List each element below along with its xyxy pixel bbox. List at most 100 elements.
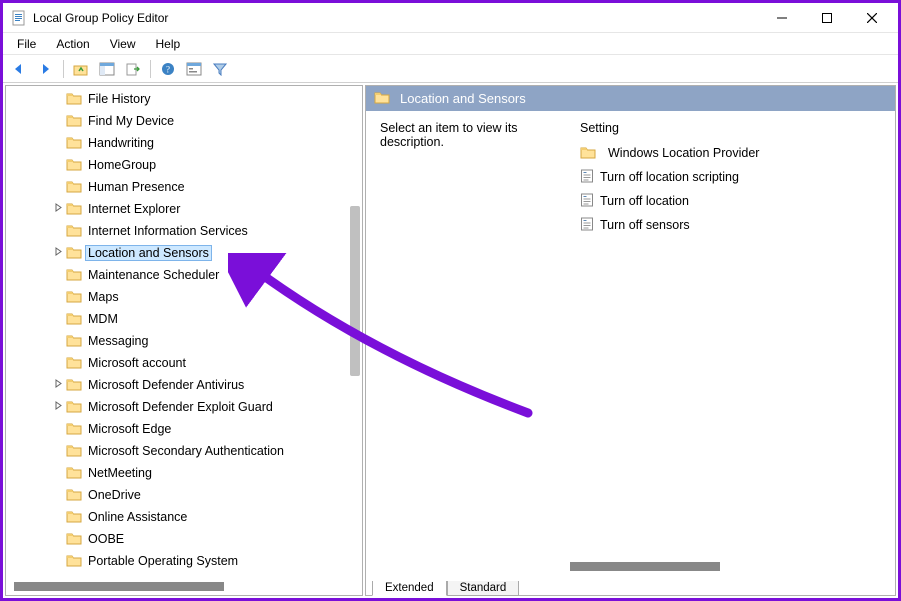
tree-item-label: Microsoft Defender Exploit Guard: [88, 400, 273, 414]
folder-icon: [66, 421, 88, 438]
setting-item[interactable]: Turn off sensors: [580, 213, 881, 237]
tree-item-label: MDM: [88, 312, 118, 326]
tree-item[interactable]: OneDrive: [6, 484, 362, 506]
tree-item[interactable]: Maps: [6, 286, 362, 308]
tree-item[interactable]: Maintenance Scheduler: [6, 264, 362, 286]
svg-text:?: ?: [166, 64, 170, 74]
tree-item-label: File History: [88, 92, 151, 106]
menubar: File Action View Help: [3, 33, 898, 55]
folder-icon: [66, 135, 88, 152]
maximize-button[interactable]: [804, 4, 849, 32]
app-window: Local Group Policy Editor File Action Vi…: [0, 0, 901, 601]
policy-tree: File History Find My Device Handwriting Hom…: [6, 86, 362, 574]
tab-standard[interactable]: Standard: [447, 581, 520, 596]
expand-chevron-icon[interactable]: [51, 401, 65, 413]
tree-item[interactable]: Location and Sensors: [6, 242, 362, 264]
window-controls: [759, 4, 894, 32]
folder-icon: [66, 465, 88, 482]
toolbar-separator: [150, 60, 151, 78]
tree-item[interactable]: Microsoft account: [6, 352, 362, 374]
tree-item[interactable]: Microsoft Edge: [6, 418, 362, 440]
tree-item[interactable]: Microsoft Defender Antivirus: [6, 374, 362, 396]
expand-chevron-icon[interactable]: [51, 203, 65, 215]
tree-item[interactable]: Portable Operating System: [6, 550, 362, 572]
tree-item-label: NetMeeting: [88, 466, 152, 480]
setting-item[interactable]: Windows Location Provider: [580, 141, 881, 165]
tree-item-label: Human Presence: [88, 180, 185, 194]
tree-item[interactable]: OOBE: [6, 528, 362, 550]
folder-icon: [66, 157, 88, 174]
tree-item[interactable]: Internet Explorer: [6, 198, 362, 220]
tree-item[interactable]: HomeGroup: [6, 154, 362, 176]
policy-icon: [580, 193, 594, 210]
menu-action[interactable]: Action: [46, 35, 99, 53]
tree-item[interactable]: Internet Information Services: [6, 220, 362, 242]
tree-item-label: Find My Device: [88, 114, 174, 128]
help-icon[interactable]: ?: [157, 58, 179, 80]
tree-item-label: Microsoft account: [88, 356, 186, 370]
tree-item[interactable]: Find My Device: [6, 110, 362, 132]
back-arrow-icon[interactable]: [9, 58, 31, 80]
tree-item[interactable]: MDM: [6, 308, 362, 330]
close-button[interactable]: [849, 4, 894, 32]
horizontal-scrollbar-tree[interactable]: [10, 580, 358, 593]
folder-icon: [66, 289, 88, 306]
folder-icon: [66, 355, 88, 372]
details-header: Location and Sensors: [366, 86, 895, 111]
scrollbar-thumb[interactable]: [570, 562, 720, 571]
tree-scroll[interactable]: File History Find My Device Handwriting Hom…: [6, 86, 362, 578]
menu-file[interactable]: File: [7, 35, 46, 53]
tree-item-label: OneDrive: [88, 488, 141, 502]
folder-icon: [374, 90, 390, 107]
tree-item[interactable]: Online Assistance: [6, 506, 362, 528]
tree-item[interactable]: File History: [6, 88, 362, 110]
tree-item-label: Microsoft Defender Antivirus: [88, 378, 244, 392]
column-header-setting[interactable]: Setting: [580, 121, 881, 135]
tree-item[interactable]: Handwriting: [6, 132, 362, 154]
folder-icon: [66, 113, 88, 130]
export-list-icon[interactable]: [122, 58, 144, 80]
horizontal-scrollbar-details[interactable]: [566, 560, 891, 573]
up-folder-icon[interactable]: [70, 58, 92, 80]
setting-item[interactable]: Turn off location scripting: [580, 165, 881, 189]
tree-item-label: HomeGroup: [88, 158, 156, 172]
setting-label: Turn off sensors: [600, 218, 690, 232]
setting-label: Turn off location scripting: [600, 170, 739, 184]
policy-icon: [580, 169, 594, 186]
show-hide-tree-icon[interactable]: [96, 58, 118, 80]
tree-item-label: Online Assistance: [88, 510, 187, 524]
expand-chevron-icon[interactable]: [51, 379, 65, 391]
titlebar: Local Group Policy Editor: [3, 3, 898, 33]
filter-icon[interactable]: [209, 58, 231, 80]
menu-help[interactable]: Help: [146, 35, 191, 53]
folder-icon: [66, 311, 88, 328]
menu-view[interactable]: View: [100, 35, 146, 53]
policy-icon: [580, 217, 594, 234]
description-prompt: Select an item to view its description.: [380, 121, 518, 149]
expand-chevron-icon[interactable]: [51, 247, 65, 259]
tree-item-label: Internet Information Services: [88, 224, 248, 238]
description-panel: Select an item to view its description.: [380, 121, 580, 550]
tree-item[interactable]: Messaging: [6, 330, 362, 352]
folder-icon: [66, 399, 88, 416]
properties-icon[interactable]: [183, 58, 205, 80]
tree-item[interactable]: Microsoft Secondary Authentication: [6, 440, 362, 462]
folder-icon: [66, 201, 88, 218]
scrollbar-thumb[interactable]: [14, 582, 224, 591]
tab-extended[interactable]: Extended: [372, 581, 447, 596]
tree-item[interactable]: Human Presence: [6, 176, 362, 198]
tree-item-label: Microsoft Secondary Authentication: [88, 444, 284, 458]
tree-item[interactable]: NetMeeting: [6, 462, 362, 484]
tree-item-label: Location and Sensors: [85, 245, 212, 261]
setting-item[interactable]: Turn off location: [580, 189, 881, 213]
app-icon: [11, 10, 27, 26]
forward-arrow-icon[interactable]: [35, 58, 57, 80]
folder-icon: [66, 333, 88, 350]
vertical-scrollbar[interactable]: [350, 206, 360, 376]
setting-label: Windows Location Provider: [608, 146, 759, 160]
setting-label: Turn off location: [600, 194, 689, 208]
tree-item[interactable]: Microsoft Defender Exploit Guard: [6, 396, 362, 418]
folder-icon: [66, 223, 88, 240]
minimize-button[interactable]: [759, 4, 804, 32]
view-tabs: Extended Standard: [366, 575, 895, 595]
